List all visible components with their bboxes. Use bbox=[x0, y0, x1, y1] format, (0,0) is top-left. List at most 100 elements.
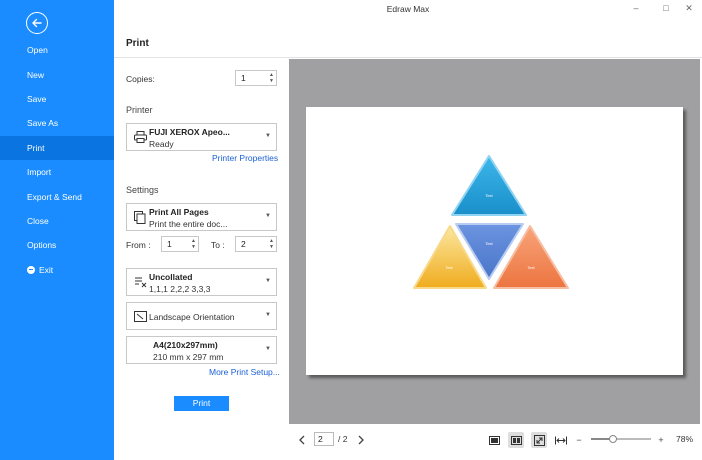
sidebar-item-label: Import bbox=[27, 167, 52, 178]
title-bar: Edraw Max – □ ✕ bbox=[114, 0, 702, 18]
zoom-out-button[interactable]: − bbox=[571, 432, 587, 448]
sidebar-item-label: Print bbox=[27, 142, 45, 153]
triangle-center-label: Text bbox=[485, 241, 493, 246]
triangle-left-label: Text bbox=[445, 265, 453, 270]
preview-page: Text Text Text Text bbox=[306, 107, 683, 375]
fit-page-button[interactable] bbox=[531, 432, 547, 448]
zoom-slider[interactable] bbox=[591, 435, 651, 443]
plus-icon: + bbox=[658, 435, 664, 445]
copies-value: 1 bbox=[241, 73, 246, 83]
collation-select[interactable]: Uncollated 1,1,1 2,2,2 3,3,3 ▼ bbox=[126, 268, 277, 296]
copies-stepper[interactable]: 1 ▲ ▼ bbox=[235, 70, 277, 86]
to-page-stepper[interactable]: 2 ▲ ▼ bbox=[235, 236, 277, 252]
print-preview: Text Text Text Text bbox=[289, 59, 700, 424]
stepper-arrows-icon[interactable]: ▲ ▼ bbox=[191, 238, 196, 250]
collation-desc: 1,1,1 2,2,2 3,3,3 bbox=[149, 284, 211, 294]
page-number-input[interactable]: 2 bbox=[314, 432, 334, 446]
maximize-button[interactable]: □ bbox=[660, 3, 672, 13]
page-total: / 2 bbox=[338, 434, 348, 444]
sidebar-item-save-as[interactable]: Save As bbox=[0, 111, 114, 135]
exit-icon bbox=[27, 265, 35, 274]
minus-icon: − bbox=[576, 435, 582, 445]
page-header: Print bbox=[114, 18, 702, 58]
app-title: Edraw Max bbox=[386, 4, 430, 14]
paper-size-title: A4(210x297mm) bbox=[153, 340, 218, 350]
printer-name: FUJI XEROX Apeo... bbox=[149, 127, 230, 137]
sidebar-item-label: Open bbox=[27, 45, 48, 56]
sidebar-item-close[interactable]: Close bbox=[0, 209, 114, 233]
print-range-desc: Print the entire doc... bbox=[149, 219, 228, 229]
zoom-slider-thumb[interactable] bbox=[608, 435, 617, 443]
orientation-select[interactable]: Landscape Orientation ▼ bbox=[126, 302, 277, 330]
zoom-level: 78% bbox=[676, 434, 694, 444]
sidebar-item-label: Save As bbox=[27, 118, 59, 129]
sidebar: Open New Save Save As Print Import Expor… bbox=[0, 0, 114, 460]
to-page-value: 2 bbox=[241, 239, 246, 249]
print-button[interactable]: Print bbox=[174, 396, 229, 411]
page-title: Print bbox=[126, 38, 149, 49]
sidebar-nav: Open New Save Save As Print Import Expor… bbox=[0, 38, 114, 282]
from-page-stepper[interactable]: 1 ▲ ▼ bbox=[161, 236, 199, 252]
sidebar-item-import[interactable]: Import bbox=[0, 160, 114, 184]
fit-width-icon bbox=[555, 436, 567, 444]
landscape-icon bbox=[133, 309, 147, 323]
printer-select[interactable]: FUJI XEROX Apeo... Ready ▼ bbox=[126, 123, 277, 151]
triangle-top-label: Text bbox=[485, 193, 493, 198]
printer-properties-link[interactable]: Printer Properties bbox=[212, 153, 278, 163]
back-button[interactable] bbox=[26, 12, 48, 34]
uncollated-icon bbox=[133, 275, 147, 289]
chevron-right-icon bbox=[358, 435, 364, 445]
print-range-select[interactable]: Print All Pages Print the entire doc... … bbox=[126, 203, 277, 231]
printer-section-label: Printer bbox=[126, 105, 153, 115]
chevron-down-icon: ▼ bbox=[265, 278, 271, 284]
copies-label: Copies: bbox=[126, 74, 155, 84]
single-page-view-button[interactable] bbox=[486, 432, 502, 448]
minimize-button[interactable]: – bbox=[630, 3, 642, 13]
triangle-right-label: Text bbox=[527, 265, 535, 270]
sidebar-item-label: Exit bbox=[39, 264, 54, 275]
chevron-down-icon: ▼ bbox=[265, 213, 271, 219]
chevron-down-icon: ▼ bbox=[265, 133, 271, 139]
next-page-button[interactable] bbox=[353, 432, 369, 448]
arrow-left-icon bbox=[32, 18, 42, 28]
print-settings-panel: Copies: 1 ▲ ▼ Printer FUJI XEROX Apeo... … bbox=[114, 59, 289, 460]
sidebar-item-label: Export & Send bbox=[27, 191, 82, 202]
sidebar-item-label: New bbox=[27, 69, 45, 80]
sidebar-item-print[interactable]: Print bbox=[0, 135, 114, 160]
two-page-view-button[interactable] bbox=[508, 432, 524, 448]
more-print-setup-link[interactable]: More Print Setup... bbox=[209, 367, 280, 377]
sidebar-item-options[interactable]: Options bbox=[0, 233, 114, 257]
sidebar-item-label: Save bbox=[27, 93, 47, 104]
chevron-down-icon: ▼ bbox=[265, 312, 271, 318]
to-label: To : bbox=[211, 240, 225, 250]
close-button[interactable]: ✕ bbox=[683, 3, 695, 14]
zoom-in-button[interactable]: + bbox=[653, 432, 669, 448]
print-range-title: Print All Pages bbox=[149, 207, 209, 217]
printer-status: Ready bbox=[149, 139, 174, 149]
settings-section-label: Settings bbox=[126, 185, 159, 195]
stepper-arrows-icon[interactable]: ▲ ▼ bbox=[269, 72, 274, 84]
orientation-value: Landscape Orientation bbox=[149, 312, 235, 322]
preview-footer: 2 / 2 − + 78% bbox=[289, 424, 700, 460]
triangle-top bbox=[451, 155, 527, 216]
sidebar-item-export-send[interactable]: Export & Send bbox=[0, 184, 114, 208]
sidebar-item-label: Close bbox=[27, 215, 49, 226]
fit-width-button[interactable] bbox=[553, 432, 569, 448]
from-label: From : bbox=[126, 240, 151, 250]
sidebar-item-label: Options bbox=[27, 240, 57, 251]
paper-size-desc: 210 mm x 297 mm bbox=[153, 352, 224, 362]
triangle-diagram: Text Text Text Text bbox=[413, 155, 569, 289]
pages-icon bbox=[133, 210, 147, 224]
sidebar-item-exit[interactable]: Exit bbox=[0, 258, 114, 282]
sidebar-item-open[interactable]: Open bbox=[0, 38, 114, 62]
previous-page-button[interactable] bbox=[294, 432, 310, 448]
sidebar-item-save[interactable]: Save bbox=[0, 87, 114, 111]
printer-icon bbox=[133, 130, 147, 144]
paper-size-select[interactable]: A4(210x297mm) 210 mm x 297 mm ▼ bbox=[126, 336, 277, 364]
two-page-icon bbox=[510, 435, 522, 445]
sidebar-item-new[interactable]: New bbox=[0, 62, 114, 86]
single-page-icon bbox=[488, 435, 500, 445]
stepper-arrows-icon[interactable]: ▲ ▼ bbox=[269, 238, 274, 250]
chevron-down-icon: ▼ bbox=[265, 346, 271, 352]
collation-title: Uncollated bbox=[149, 272, 193, 282]
